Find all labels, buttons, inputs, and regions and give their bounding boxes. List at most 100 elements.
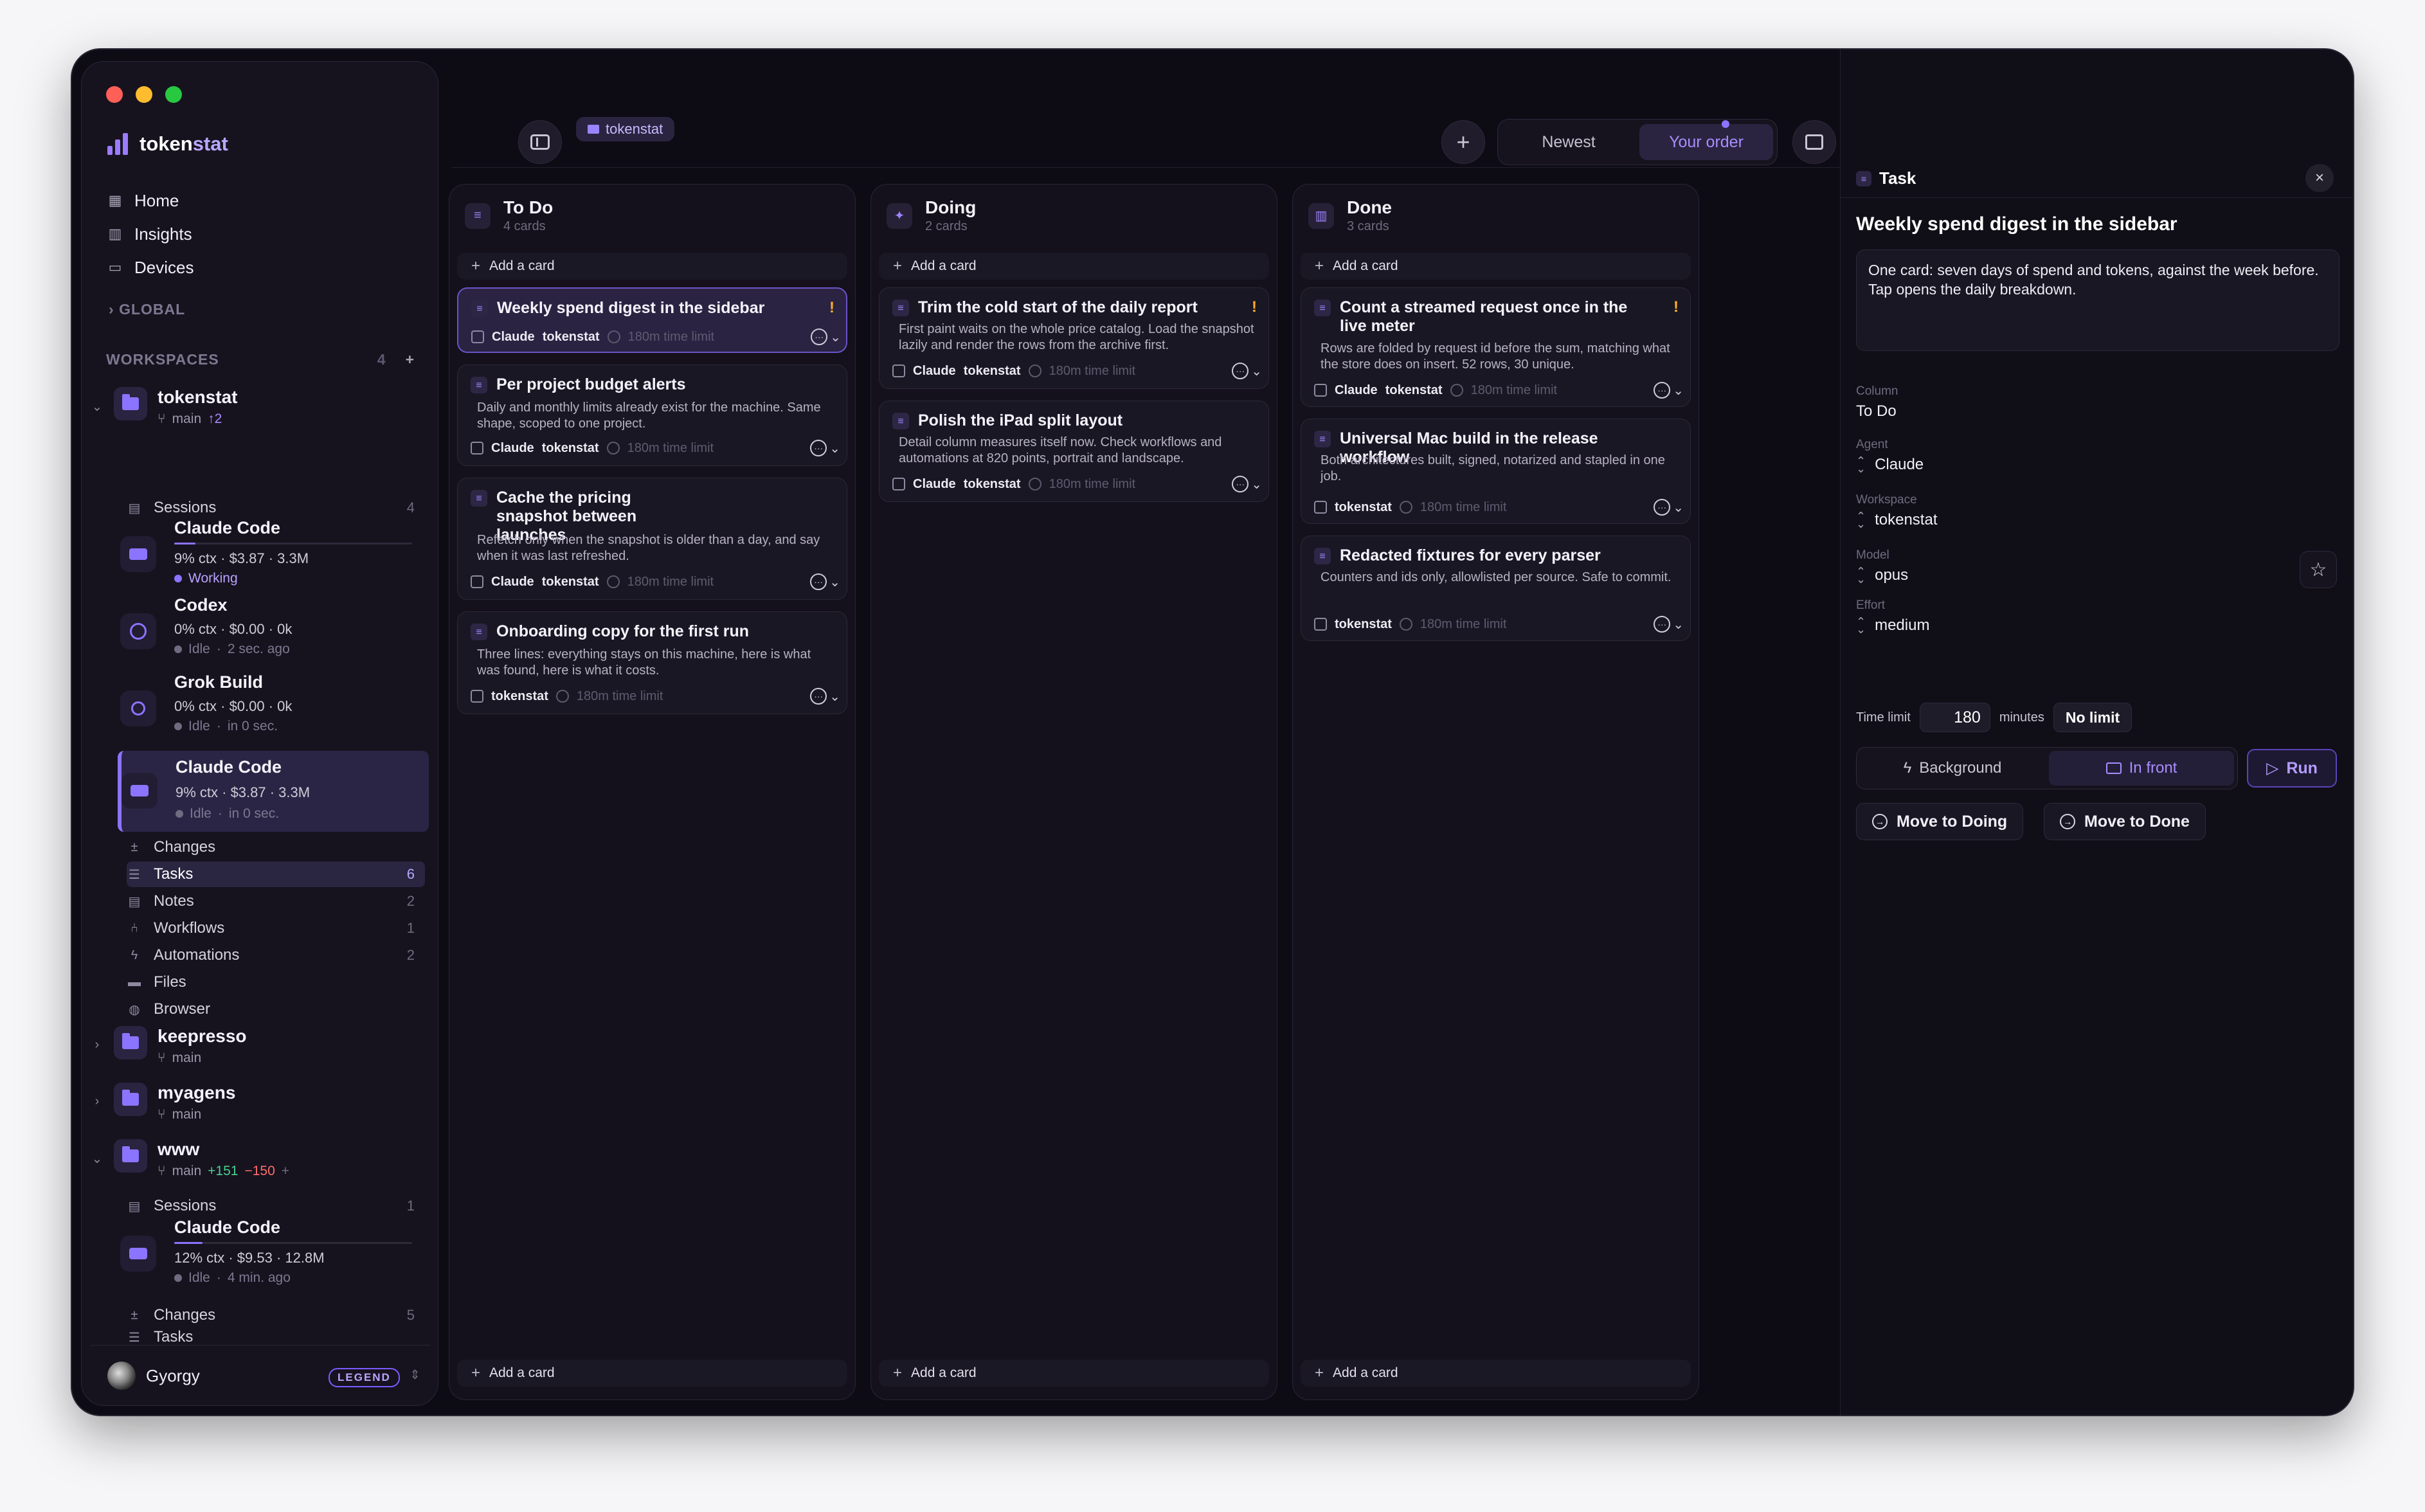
effort-select[interactable]: medium bbox=[1875, 616, 1929, 634]
more-icon: ··· bbox=[1654, 499, 1671, 516]
diff-icon: ± bbox=[131, 840, 138, 854]
task-card[interactable]: ≡ Per project budget alerts Daily and mon… bbox=[457, 364, 847, 466]
task-card[interactable]: ≡ Trim the cold start of the daily report… bbox=[879, 287, 1269, 389]
sidebar-item-changes[interactable]: ± Changes bbox=[127, 834, 425, 860]
checklist-icon: ☰ bbox=[129, 867, 140, 882]
archive-button[interactable] bbox=[1792, 120, 1836, 164]
chevron-right-icon[interactable]: › bbox=[91, 1083, 104, 1109]
session-item[interactable]: Grok Build 0% ctx · $0.00 · 0k Idle · in 0… bbox=[120, 672, 426, 748]
card-menu-button[interactable]: ··· ⌄ bbox=[1232, 476, 1262, 492]
session-item-selected[interactable]: Claude Code 9% ctx · $3.87 · 3.3M Idle · i… bbox=[118, 751, 429, 832]
move-to-doing-button[interactable]: → Move to Doing bbox=[1856, 803, 2024, 840]
add-card-button[interactable]: + bbox=[1441, 120, 1485, 164]
session-item[interactable]: Claude Code 9% ctx · $3.87 · 3.3M Workin… bbox=[120, 518, 426, 594]
workspace-keepresso[interactable]: › keepresso ⑂ main bbox=[91, 1026, 431, 1066]
priority-flag-icon: ! bbox=[1673, 298, 1679, 316]
toggle-sidebar-button[interactable] bbox=[518, 120, 562, 164]
sort-your-order[interactable]: Your order bbox=[1639, 124, 1773, 160]
chevron-down-icon[interactable]: ⌄ bbox=[91, 387, 104, 415]
sidebar-item-files[interactable]: ▬ Files bbox=[127, 969, 425, 995]
task-title-field[interactable]: Weekly spend digest in the sidebar bbox=[1856, 213, 2177, 235]
add-card-button[interactable]: + Add a card bbox=[1301, 253, 1691, 280]
column-count: 4 cards bbox=[503, 219, 546, 233]
workspace-name: www bbox=[158, 1139, 200, 1159]
chevron-updown-icon: ⌃ ⌄ bbox=[1856, 615, 1866, 636]
sidebar-item-changes[interactable]: ± Changes 5 bbox=[127, 1302, 425, 1328]
time-limit-input[interactable]: 180 bbox=[1919, 703, 1990, 732]
user-profile[interactable]: Gyorgy bbox=[107, 1362, 200, 1390]
chevron-down-icon[interactable]: ⌄ bbox=[91, 1139, 104, 1167]
add-card-button[interactable]: + Add a card bbox=[879, 1360, 1269, 1387]
grid-icon: ▦ bbox=[108, 192, 122, 208]
nav-insights[interactable]: ▥ Insights bbox=[107, 217, 194, 251]
workspace-tokenstat[interactable]: ⌄ tokenstat ⑂ main ↑2 bbox=[91, 387, 431, 427]
sessions-header[interactable]: ▤ Sessions 4 bbox=[127, 495, 425, 521]
task-card[interactable]: ≡ Onboarding copy for the first run Three… bbox=[457, 611, 847, 714]
model-select[interactable]: opus bbox=[1875, 566, 1908, 584]
mode-background[interactable]: ϟ Background bbox=[1860, 751, 2045, 786]
add-card-button[interactable]: + Add a card bbox=[1301, 1360, 1691, 1387]
brand: tokenstat bbox=[107, 132, 228, 156]
sort-newest[interactable]: Newest bbox=[1502, 124, 1636, 160]
workspace-myagens[interactable]: › myagens ⑂ main bbox=[91, 1083, 431, 1122]
task-card[interactable]: ≡ Universal Mac build in the release work… bbox=[1301, 419, 1691, 524]
model-field[interactable]: Model ⌃ ⌄ opus bbox=[1856, 548, 1908, 585]
card-description: Refetch only when the snapshot is older … bbox=[477, 533, 820, 563]
add-workspace-button[interactable]: + bbox=[406, 351, 415, 368]
mode-in-front[interactable]: In front bbox=[2049, 751, 2234, 786]
add-card-button[interactable]: + Add a card bbox=[457, 1360, 847, 1387]
run-button[interactable]: ▷ Run bbox=[2247, 749, 2337, 788]
nav-home[interactable]: ▦ Home bbox=[107, 184, 194, 217]
workspace-select[interactable]: tokenstat bbox=[1875, 511, 1937, 529]
agent-select[interactable]: Claude bbox=[1875, 456, 1924, 474]
card-menu-button[interactable]: ··· ⌄ bbox=[810, 573, 840, 590]
card-menu-button[interactable]: ··· ⌄ bbox=[1654, 382, 1684, 399]
card-menu-button[interactable]: ··· ⌄ bbox=[1654, 616, 1684, 633]
close-inspector-button[interactable]: × bbox=[2305, 164, 2334, 192]
favorite-model-button[interactable]: ☆ bbox=[2300, 551, 2337, 588]
card-description: Both architectures built, signed, notari… bbox=[1321, 453, 1665, 483]
task-card[interactable]: ≡ Cache the pricing snapshot between laun… bbox=[457, 478, 847, 600]
card-menu-button[interactable]: ··· ⌄ bbox=[810, 440, 840, 456]
sidebar-item-workflows[interactable]: ⑃ Workflows 1 bbox=[127, 915, 425, 941]
zoom-window-button[interactable] bbox=[165, 86, 182, 103]
nav-devices[interactable]: ▭ Devices bbox=[107, 251, 194, 284]
workspace-field[interactable]: Workspace ⌃ ⌄ tokenstat bbox=[1856, 493, 1938, 530]
agent-field[interactable]: Agent ⌃ ⌄ Claude bbox=[1856, 438, 1924, 474]
task-card-selected[interactable]: ≡ Weekly spend digest in the sidebar ! Cl… bbox=[457, 287, 847, 353]
breadcrumb-workspace[interactable]: tokenstat bbox=[576, 117, 675, 141]
task-card[interactable]: ≡ Count a streamed request once in the li… bbox=[1301, 287, 1691, 407]
session-name: Grok Build bbox=[174, 672, 264, 692]
sidebar-item-notes[interactable]: ▤ Notes 2 bbox=[127, 888, 425, 914]
chevron-updown-icon[interactable]: ⇕ bbox=[410, 1367, 420, 1383]
sidebar-item-browser[interactable]: ◍ Browser bbox=[127, 996, 425, 1022]
card-menu-button[interactable]: ··· ⌄ bbox=[1232, 363, 1262, 379]
close-window-button[interactable] bbox=[106, 86, 123, 103]
card-menu-button[interactable]: ··· ⌄ bbox=[810, 688, 840, 705]
move-to-done-button[interactable]: → Move to Done bbox=[2044, 803, 2206, 840]
add-card-button[interactable]: + Add a card bbox=[879, 253, 1269, 280]
add-card-button[interactable]: + Add a card bbox=[457, 253, 847, 280]
task-card[interactable]: ≡ Polish the iPad split layout Detail col… bbox=[879, 401, 1269, 502]
global-section-toggle[interactable]: › GLOBAL bbox=[109, 301, 185, 318]
minimize-window-button[interactable] bbox=[136, 86, 152, 103]
sessions-header[interactable]: ▤ Sessions 1 bbox=[127, 1193, 425, 1219]
card-menu-button[interactable]: ··· ⌄ bbox=[811, 328, 841, 345]
no-limit-button[interactable]: No limit bbox=[2053, 703, 2132, 732]
window-controls bbox=[106, 86, 182, 103]
session-item[interactable]: Codex 0% ctx · $0.00 · 0k Idle · 2 sec. ag… bbox=[120, 595, 426, 671]
session-item[interactable]: Claude Code 12% ctx · $9.53 · 12.8M Idle… bbox=[120, 1218, 426, 1293]
chip-icon bbox=[1314, 618, 1327, 631]
effort-field[interactable]: Effort ⌃ ⌄ medium bbox=[1856, 598, 1929, 636]
task-description-field[interactable]: One card: seven days of spend and tokens… bbox=[1856, 249, 2339, 351]
task-card[interactable]: ≡ Redacted fixtures for every parser Coun… bbox=[1301, 536, 1691, 641]
sidebar-item-tasks[interactable]: ☰ Tasks 6 bbox=[127, 861, 425, 887]
sidebar-item-tasks[interactable]: ☰ Tasks bbox=[127, 1329, 425, 1345]
sidebar-item-automations[interactable]: ϟ Automations 2 bbox=[127, 942, 425, 968]
card-menu-button[interactable]: ··· ⌄ bbox=[1654, 499, 1684, 516]
workspace-name: myagens bbox=[158, 1083, 236, 1102]
chevron-right-icon[interactable]: › bbox=[91, 1026, 104, 1052]
column-title: Done bbox=[1347, 197, 1392, 217]
workspace-www[interactable]: ⌄ www ⑂ main +151 −150 + bbox=[91, 1139, 431, 1179]
session-name: Claude Code bbox=[174, 518, 281, 537]
